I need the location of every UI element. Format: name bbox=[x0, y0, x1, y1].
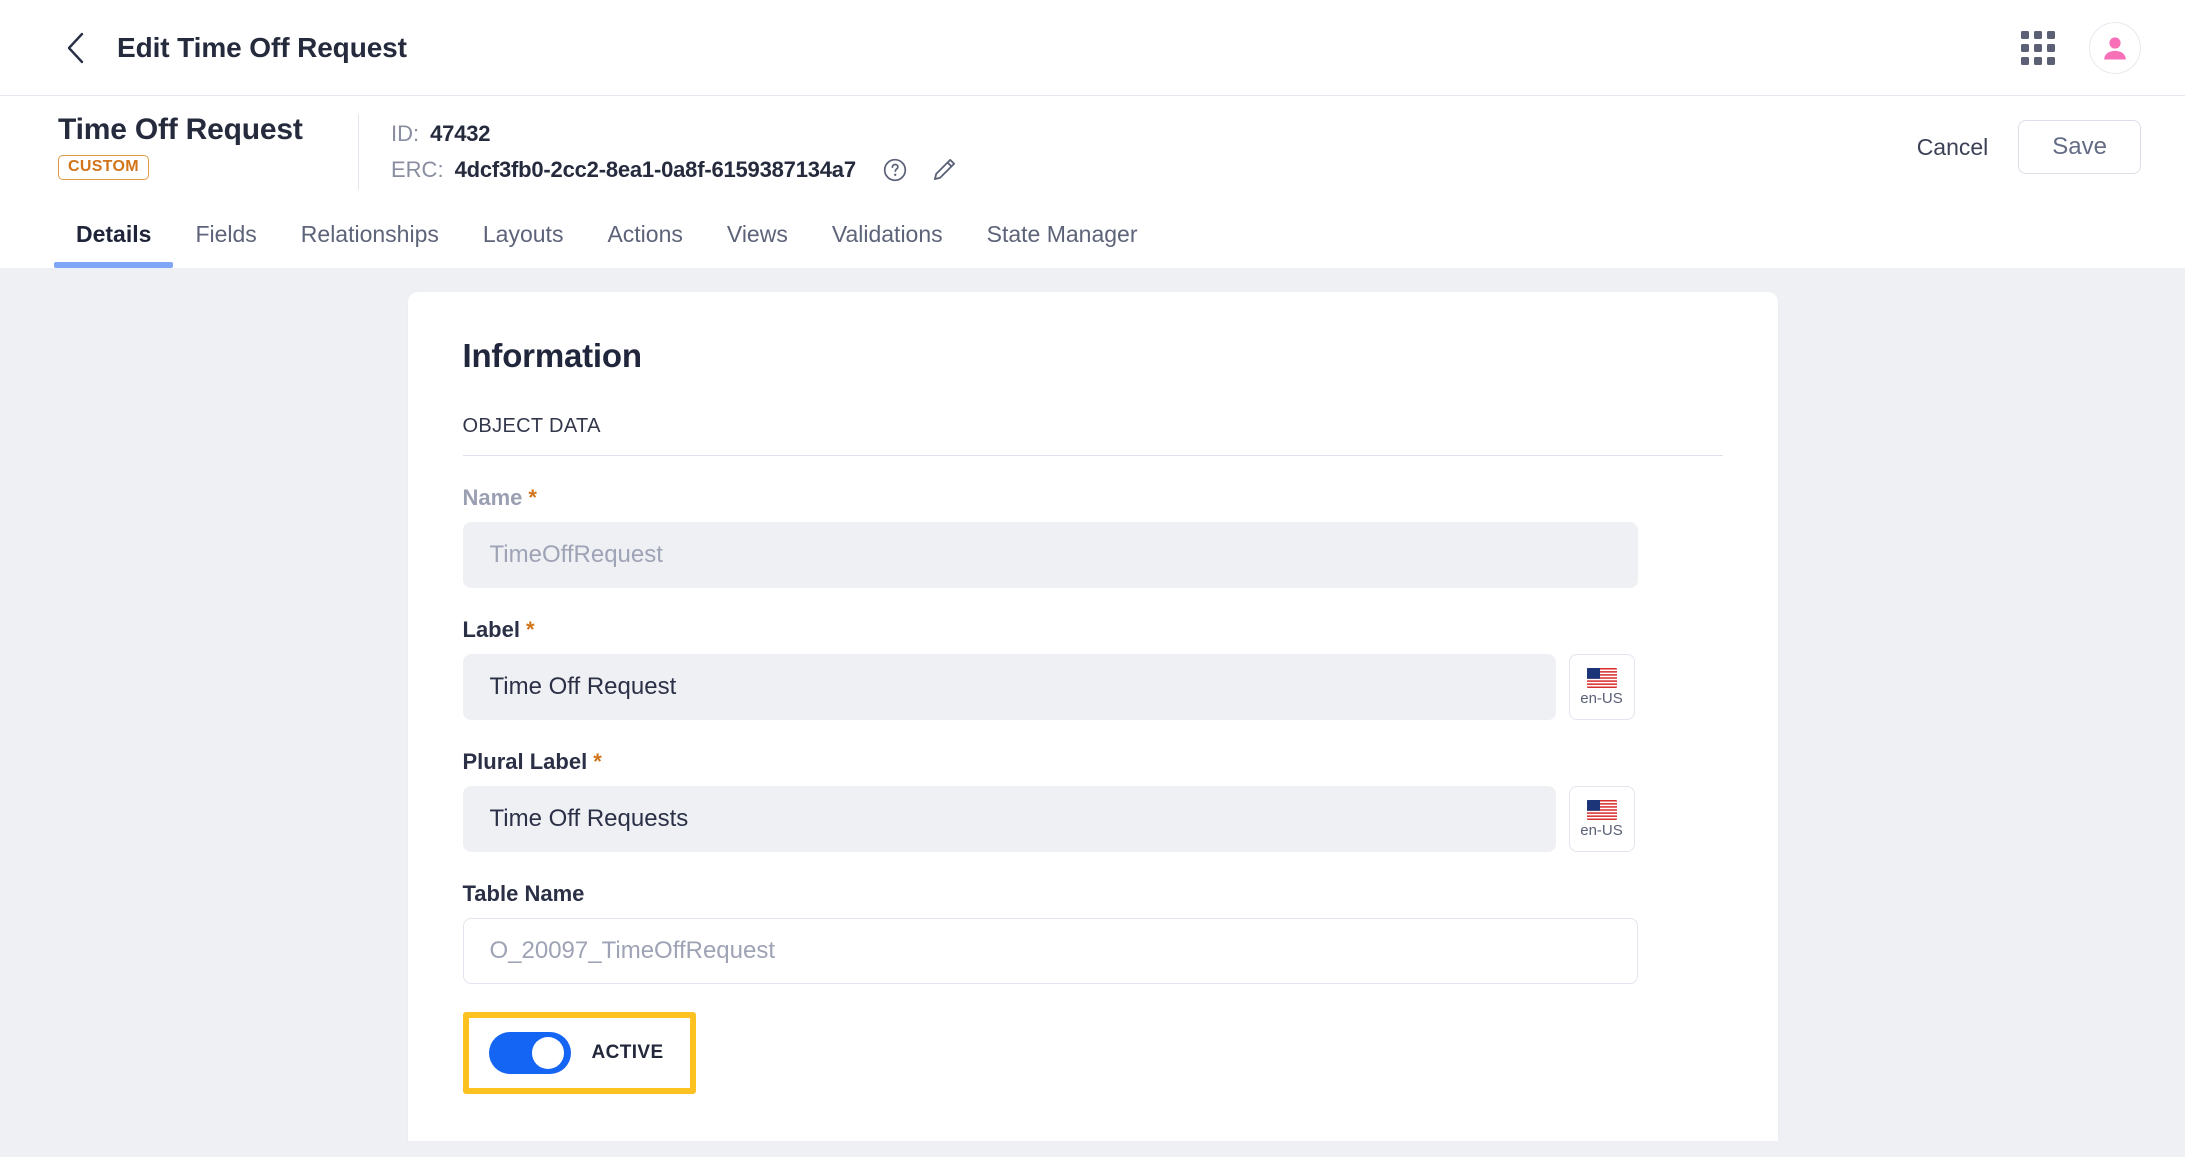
edit-erc-button[interactable] bbox=[930, 156, 958, 184]
field-name: Name * TimeOffRequest bbox=[462, 485, 1723, 588]
required-marker: * bbox=[525, 616, 535, 642]
id-value: 47432 bbox=[430, 121, 491, 146]
required-marker: * bbox=[528, 484, 537, 510]
field-label-table-name: Table Name bbox=[463, 881, 1723, 907]
active-toggle-highlight: ACTIVE bbox=[462, 1011, 696, 1094]
tab-fields[interactable]: Fields bbox=[173, 221, 278, 268]
cancel-button[interactable]: Cancel bbox=[1913, 128, 1993, 167]
name-input[interactable]: TimeOffRequest bbox=[462, 521, 1638, 588]
help-button[interactable] bbox=[882, 157, 908, 183]
information-card: Information OBJECT DATA Name * TimeOffRe… bbox=[407, 291, 1778, 1141]
avatar[interactable] bbox=[2089, 21, 2141, 74]
meta-row-id: ID: 47432 bbox=[391, 118, 958, 150]
locale-selector-label[interactable]: en-US bbox=[1568, 653, 1635, 720]
locale-code-label: en-US bbox=[1580, 689, 1623, 707]
label-input[interactable]: Time Off Request bbox=[462, 653, 1556, 720]
field-label-label: Label * bbox=[463, 617, 1723, 643]
form-actions: Cancel Save bbox=[1913, 114, 2141, 174]
tab-state-manager[interactable]: State Manager bbox=[965, 221, 1160, 268]
field-row-plural-label: Time Off Requests en-US bbox=[462, 785, 1723, 852]
required-marker: * bbox=[593, 748, 602, 774]
field-row-name: TimeOffRequest bbox=[462, 521, 1723, 588]
status-badge: CUSTOM bbox=[58, 155, 149, 181]
locale-selector-plural-label[interactable]: en-US bbox=[1568, 785, 1635, 852]
active-toggle[interactable] bbox=[488, 1031, 571, 1074]
grid-dot bbox=[2047, 43, 2055, 52]
field-label-name-text: Name bbox=[462, 484, 523, 510]
field-label-plural-label: Plural Label * bbox=[463, 749, 1723, 775]
field-row-table-name: O_20097_TimeOffRequest bbox=[462, 917, 1723, 984]
tab-layouts[interactable]: Layouts bbox=[461, 221, 586, 268]
section-label-object-data: OBJECT DATA bbox=[462, 415, 1723, 456]
object-identity: Time Off Request CUSTOM bbox=[58, 113, 358, 181]
us-flag-icon bbox=[1586, 799, 1617, 820]
erc-label: ERC: bbox=[391, 156, 444, 182]
page-title: Edit Time Off Request bbox=[117, 31, 407, 63]
object-title: Time Off Request bbox=[58, 113, 303, 146]
help-circle-icon bbox=[883, 158, 907, 181]
erc-value: 4dcf3fb0-2cc2-8ea1-0a8f-6159387134a7 bbox=[454, 156, 857, 182]
tab-views[interactable]: Views bbox=[705, 221, 810, 268]
tab-actions[interactable]: Actions bbox=[585, 221, 704, 268]
app-grid-icon[interactable] bbox=[2021, 30, 2055, 65]
field-plural-label: Plural Label * Time Off Requests en-US bbox=[462, 749, 1723, 852]
grid-dot bbox=[2034, 30, 2042, 39]
object-subheader: Time Off Request CUSTOM ID: 47432 ERC: 4… bbox=[0, 96, 2185, 190]
object-meta: ID: 47432 ERC: 4dcf3fb0-2cc2-8ea1-0a8f-6… bbox=[358, 114, 958, 190]
tab-relationships[interactable]: Relationships bbox=[279, 221, 461, 268]
top-bar-actions bbox=[2021, 21, 2141, 74]
grid-dot bbox=[2034, 43, 2042, 52]
field-label-name: Name * bbox=[463, 485, 1723, 511]
grid-dot bbox=[2021, 43, 2029, 52]
us-flag-icon bbox=[1586, 667, 1617, 688]
locale-code-plural-label: en-US bbox=[1580, 821, 1623, 839]
field-row-label: Time Off Request en-US bbox=[462, 653, 1723, 720]
grid-dot bbox=[2021, 56, 2029, 65]
field-table-name: Table Name O_20097_TimeOffRequest bbox=[462, 881, 1723, 984]
plural-label-input[interactable]: Time Off Requests bbox=[462, 785, 1556, 852]
tab-validations[interactable]: Validations bbox=[810, 221, 965, 268]
id-label: ID: bbox=[391, 121, 420, 146]
grid-dot bbox=[2047, 56, 2055, 65]
content-area: Information OBJECT DATA Name * TimeOffRe… bbox=[0, 267, 2185, 1141]
meta-row-erc: ERC: 4dcf3fb0-2cc2-8ea1-0a8f-6159387134a… bbox=[391, 154, 958, 186]
card-title: Information bbox=[462, 336, 642, 374]
tab-bar: Details Fields Relationships Layouts Act… bbox=[0, 189, 2185, 268]
grid-dot bbox=[2034, 56, 2042, 65]
field-label-plural-label-text: Plural Label bbox=[462, 748, 588, 774]
table-name-input[interactable]: O_20097_TimeOffRequest bbox=[462, 917, 1638, 984]
tab-details[interactable]: Details bbox=[54, 221, 174, 268]
field-label-table-name-text: Table Name bbox=[462, 880, 585, 906]
field-label: Label * Time Off Request en-US bbox=[462, 617, 1723, 720]
grid-dot bbox=[2021, 30, 2029, 39]
top-bar: Edit Time Off Request bbox=[0, 0, 2185, 96]
field-label-label-text: Label bbox=[462, 616, 520, 642]
pencil-edit-icon bbox=[933, 158, 955, 180]
user-avatar-icon bbox=[2104, 36, 2126, 59]
active-toggle-label: ACTIVE bbox=[591, 1041, 664, 1063]
chevron-left-icon bbox=[67, 32, 84, 63]
grid-dot bbox=[2047, 30, 2055, 39]
toggle-knob bbox=[531, 1036, 564, 1069]
erc-actions bbox=[882, 156, 958, 184]
back-button[interactable] bbox=[58, 31, 92, 65]
save-button[interactable]: Save bbox=[2018, 120, 2141, 174]
